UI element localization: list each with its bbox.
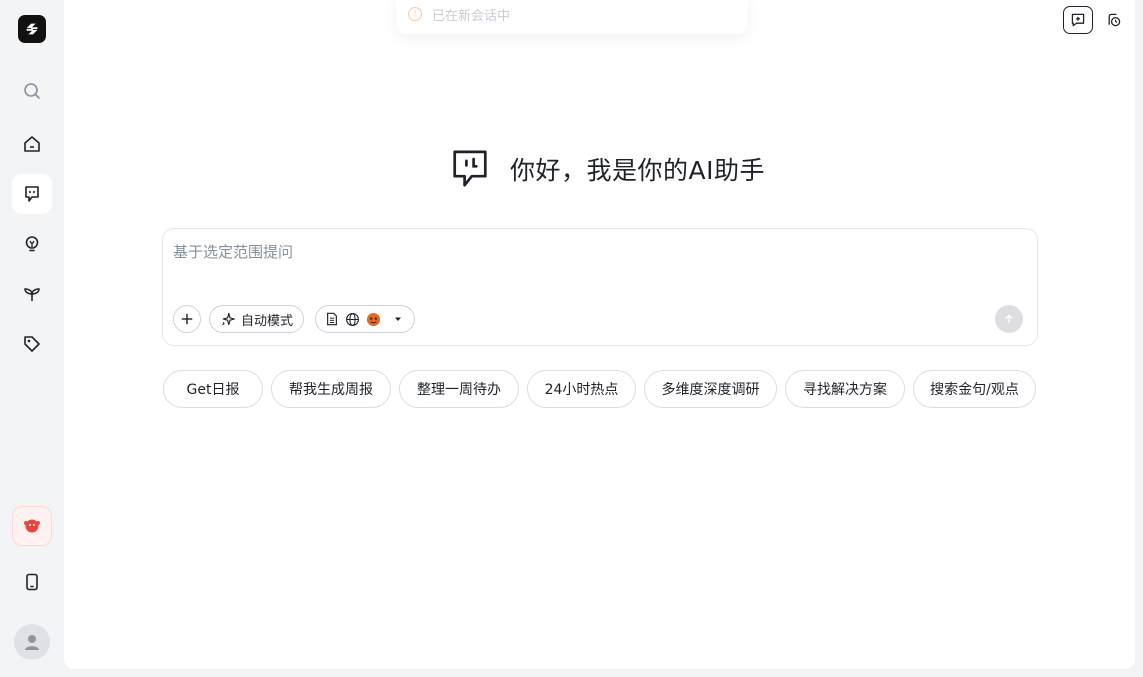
user-avatar[interactable] — [14, 624, 50, 660]
sidebar-item-chat[interactable] — [12, 174, 52, 214]
scope-selector[interactable] — [315, 305, 415, 333]
globe-icon — [346, 312, 359, 326]
history-clock-icon — [1108, 13, 1121, 27]
plus-icon — [181, 313, 193, 325]
sidebar-item-mobile[interactable] — [12, 562, 52, 602]
sidebar-item-home[interactable] — [12, 124, 52, 164]
send-button[interactable] — [995, 305, 1023, 333]
suggestion-chip[interactable]: 帮我生成周报 — [271, 370, 391, 408]
sidebar-item-search[interactable] — [12, 71, 52, 111]
sidebar-item-ideas[interactable] — [12, 224, 52, 264]
caret-down-icon — [395, 317, 401, 321]
home-icon — [24, 136, 40, 152]
sidebar — [0, 0, 64, 677]
top-right-actions — [1063, 6, 1123, 34]
new-chat-button[interactable] — [1063, 6, 1093, 34]
tag-icon — [24, 336, 40, 352]
hero-title: 你好，我是你的AI助手 — [510, 156, 765, 185]
chat-face-icon — [25, 186, 39, 202]
suggestion-chips: Get日报 帮我生成周报 整理一周待办 24小时热点 多维度深度调研 寻找解决方… — [163, 370, 1036, 408]
logo-icon — [26, 23, 38, 35]
app-logo[interactable] — [18, 15, 46, 43]
suggestion-chip[interactable]: 搜索金句/观点 — [913, 370, 1036, 408]
mascot-button[interactable] — [12, 506, 52, 546]
user-avatar-icon — [25, 635, 39, 650]
toast-notification: ! 已在新会话中 — [396, 0, 748, 34]
arrow-up-icon — [1005, 314, 1013, 324]
assistant-face-icon — [453, 150, 487, 187]
suggestion-chip[interactable]: 寻找解决方案 — [785, 370, 905, 408]
main-panel: ! 已在新会话中 你好，我是你的AI助手 基于选定范围提问 自动模式 Get日报… — [64, 0, 1135, 669]
suggestion-chip[interactable]: 整理一周待办 — [399, 370, 519, 408]
sparkle-icon — [222, 312, 235, 326]
search-icon — [24, 83, 40, 99]
composer: 自动模式 — [162, 228, 1038, 346]
auto-mode-button[interactable]: 自动模式 — [209, 305, 305, 333]
history-button[interactable] — [1105, 6, 1123, 34]
knowledge-base-avatar-icon — [366, 312, 381, 326]
new-chat-icon — [1071, 13, 1085, 27]
mascot-icon — [24, 519, 40, 533]
auto-mode-label: 自动模式 — [241, 313, 294, 329]
attach-button[interactable] — [173, 305, 201, 333]
sidebar-item-tags[interactable] — [12, 324, 52, 364]
info-icon: ! — [408, 7, 422, 21]
sprout-icon — [24, 288, 40, 301]
suggestion-chip[interactable]: 24小时热点 — [527, 370, 636, 408]
lightbulb-icon — [25, 236, 39, 252]
hero: 你好，我是你的AI助手 — [452, 148, 765, 190]
document-icon — [327, 312, 337, 326]
toast-text: 已在新会话中 — [432, 8, 511, 24]
prompt-input[interactable] — [173, 241, 1023, 281]
suggestion-chip[interactable]: Get日报 — [163, 370, 263, 408]
sidebar-item-grow[interactable] — [12, 274, 52, 314]
mobile-phone-icon — [26, 573, 38, 591]
suggestion-chip[interactable]: 多维度深度调研 — [644, 370, 777, 408]
